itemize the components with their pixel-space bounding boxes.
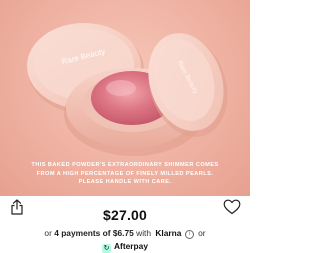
installment-prefix: or — [44, 228, 52, 238]
product-price: $27.00 — [102, 207, 148, 223]
installment-amount: 4 payments of $6.75 — [54, 228, 134, 238]
info-icon[interactable]: i — [184, 230, 194, 239]
or-text: or — [198, 228, 206, 238]
product-image[interactable]: Rare Beauty Rare Beauty THIS BAKED POWDE… — [0, 0, 250, 196]
product-caption: THIS BAKED POWDER'S EXTRAORDINARY SHIMME… — [31, 162, 219, 186]
afterpay-logo-icon: ↻ — [102, 244, 111, 253]
klarna-logo[interactable]: Klarna — [155, 228, 181, 238]
installment-offer: or 4 payments of $6.75 with Klarna i or — [0, 228, 250, 239]
installment-with: with — [136, 228, 152, 238]
afterpay-offer[interactable]: ↻ Afterpay — [0, 241, 250, 253]
